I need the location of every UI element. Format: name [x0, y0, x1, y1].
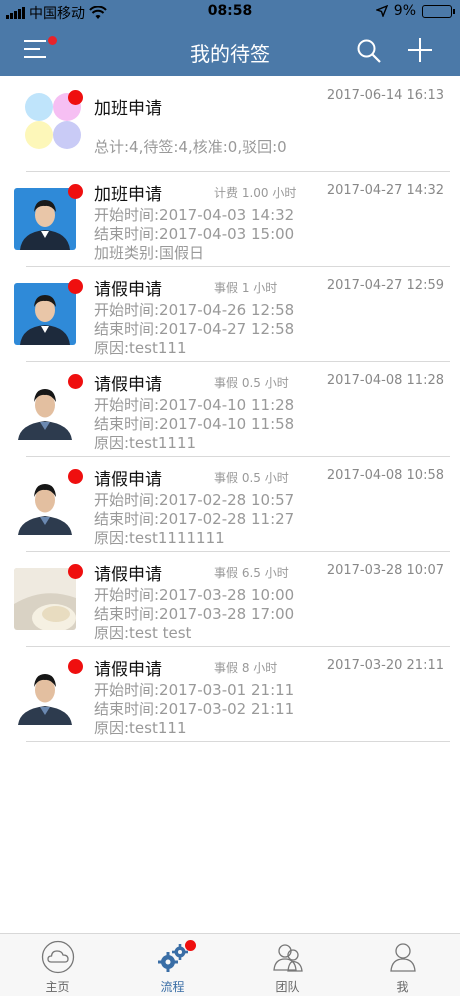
- team-icon: [273, 944, 303, 972]
- user-avatar: [14, 188, 76, 250]
- item-tag: 事假 0.5 小时: [214, 471, 289, 485]
- item-line: 结束时间:2017-03-02 21:11: [94, 700, 295, 718]
- item-line: 开始时间:2017-03-28 10:00: [94, 586, 295, 604]
- unread-dot: [68, 564, 83, 579]
- item-date: 2017-04-08 10:58: [326, 468, 444, 483]
- item-date: 2017-03-28 10:07: [326, 563, 444, 578]
- item-line: 原因:test1111111: [94, 529, 225, 547]
- item-line: 原因:test111: [94, 339, 187, 357]
- unread-dot: [68, 659, 83, 674]
- item-line: 结束时间:2017-03-28 17:00: [94, 605, 295, 623]
- status-bar: 中国移动 08:58 9%: [0, 0, 460, 24]
- item-tag: 事假 0.5 小时: [214, 376, 289, 390]
- person-icon: [390, 943, 416, 972]
- item-date: 2017-03-20 21:11: [326, 658, 444, 673]
- item-line: 结束时间:2017-04-03 15:00: [94, 225, 295, 243]
- item-line: 开始时间:2017-02-28 10:57: [94, 491, 295, 509]
- location-arrow-icon: [375, 5, 388, 17]
- item-tag: 事假 6.5 小时: [214, 566, 289, 580]
- request-row[interactable]: 请假申请 事假 0.5 小时 2017-04-08 10:58 开始时间:201…: [0, 457, 460, 552]
- request-row[interactable]: 请假申请 事假 8 小时 2017-03-20 21:11 开始时间:2017-…: [0, 647, 460, 742]
- tab-bar: 主页 流程 团队 我: [0, 933, 460, 996]
- item-line: 原因:test test: [94, 624, 192, 642]
- item-line: 开始时间:2017-03-01 21:11: [94, 681, 295, 699]
- unread-dot: [68, 374, 83, 389]
- item-line: 原因:test111: [94, 719, 187, 737]
- summary-stats: 总计:4,待签:4,核准:0,驳回:0: [94, 138, 287, 156]
- user-avatar: [14, 663, 76, 725]
- item-line: 结束时间:2017-04-27 12:58: [94, 320, 295, 338]
- battery-icon: [422, 4, 455, 18]
- tab-team[interactable]: 团队: [230, 934, 345, 996]
- nav-bar: 我的待签: [0, 24, 460, 76]
- item-title: 请假申请: [94, 470, 162, 490]
- tab-label: 团队: [275, 980, 300, 994]
- tab-workflow[interactable]: 流程: [115, 934, 230, 996]
- item-line: 开始时间:2017-04-10 11:28: [94, 396, 295, 414]
- item-line: 加班类别:国假日: [94, 244, 205, 262]
- item-date: 2017-04-08 11:28: [326, 373, 444, 388]
- item-date: 2017-04-27 14:32: [326, 183, 444, 198]
- tab-label: 我: [396, 980, 409, 994]
- status-right: 9%: [375, 3, 455, 19]
- item-date: 2017-04-27 12:59: [326, 278, 444, 293]
- item-line: 原因:test1111: [94, 434, 197, 452]
- item-title: 请假申请: [94, 375, 162, 395]
- battery-percent: 9%: [393, 3, 416, 19]
- user-avatar: [14, 568, 76, 630]
- item-line: 开始时间:2017-04-26 12:58: [94, 301, 295, 319]
- user-avatar: [14, 283, 76, 345]
- user-avatar: [14, 378, 76, 440]
- summary-row[interactable]: 加班申请 2017-06-14 16:13 总计:4,待签:4,核准:0,驳回:…: [0, 76, 460, 172]
- search-icon[interactable]: [356, 38, 382, 64]
- app-screen: 中国移动 08:58 9% 我的待签 加班申请 2017-06-14 16:13…: [0, 0, 460, 996]
- item-tag: 计费 1.00 小时: [214, 186, 297, 200]
- tab-label: 主页: [45, 980, 70, 994]
- item-tag: 事假 8 小时: [214, 661, 278, 675]
- row-divider: [26, 741, 450, 742]
- item-line: 结束时间:2017-02-28 11:27: [94, 510, 295, 528]
- item-title: 请假申请: [94, 660, 162, 680]
- request-row[interactable]: 请假申请 事假 1 小时 2017-04-27 12:59 开始时间:2017-…: [0, 267, 460, 362]
- request-row[interactable]: 请假申请 事假 0.5 小时 2017-04-08 11:28 开始时间:201…: [0, 362, 460, 457]
- item-title: 加班申请: [94, 185, 162, 205]
- unread-dot: [68, 469, 83, 484]
- page-title: 我的待签: [190, 42, 270, 66]
- cloud-icon: [41, 940, 75, 974]
- item-title: 加班申请: [94, 99, 162, 119]
- request-row[interactable]: 加班申请 计费 1.00 小时 2017-04-27 14:32 开始时间:20…: [0, 172, 460, 267]
- item-title: 请假申请: [94, 565, 162, 585]
- tab-label: 流程: [160, 980, 185, 994]
- item-tag: 事假 1 小时: [214, 281, 278, 295]
- tab-home[interactable]: 主页: [0, 934, 115, 996]
- item-line: 结束时间:2017-04-10 11:58: [94, 415, 295, 433]
- unread-dot: [68, 90, 83, 105]
- item-title: 请假申请: [94, 280, 162, 300]
- tab-me[interactable]: 我: [345, 934, 460, 996]
- unread-dot: [68, 279, 83, 294]
- user-avatar: [14, 473, 76, 535]
- item-date: 2017-06-14 16:13: [326, 88, 444, 103]
- request-row[interactable]: 请假申请 事假 6.5 小时 2017-03-28 10:07 开始时间:201…: [0, 552, 460, 647]
- item-line: 开始时间:2017-04-03 14:32: [94, 206, 295, 224]
- approval-list: 加班申请 2017-06-14 16:13 总计:4,待签:4,核准:0,驳回:…: [0, 76, 460, 742]
- workflow-badge-dot: [185, 940, 196, 951]
- add-icon[interactable]: [406, 36, 434, 64]
- unread-dot: [68, 184, 83, 199]
